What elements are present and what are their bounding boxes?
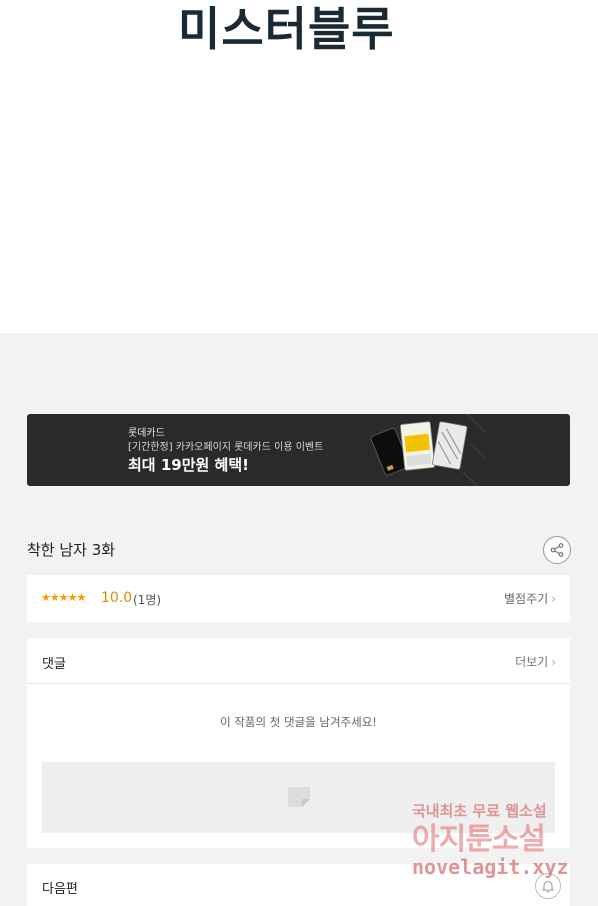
watermark-line2: 아지툰소설 (412, 822, 546, 857)
share-icon (550, 543, 564, 557)
ad-banner[interactable]: 롯데카드 [기간한정] 카카오페이지 롯데카드 이용 이벤트 최대 19만원 혜… (27, 414, 570, 486)
comments-more-button[interactable]: 더보기 › (515, 653, 556, 670)
next-episode-label: 다음편 (42, 882, 78, 897)
note-icon (288, 787, 310, 807)
rating-score: 10.0 (101, 590, 133, 606)
banner-headline: 최대 19만원 혜택! (128, 456, 249, 474)
share-button[interactable] (543, 536, 571, 564)
comments-more-label: 더보기 (515, 655, 549, 669)
cover-area: 미스터블루 (0, 0, 598, 333)
comment-header: 댓글 더보기 › (27, 638, 570, 684)
rate-button-label: 별점주기 (504, 592, 549, 606)
site-watermark: 국내최초 무료 웹소설 아지툰소설 novelagit.xyz (412, 800, 582, 885)
empty-comments-message: 이 작품의 첫 댓글을 남겨주세요! (220, 715, 377, 729)
banner-brand: 롯데카드 (128, 428, 165, 439)
watermark-url: novelagit.xyz (412, 855, 569, 879)
series-title: 미스터블루 (178, 2, 395, 56)
rating-card: ★★★★★ 10.0 (1명) 별점주기 › (27, 575, 570, 622)
chevron-right-icon: › (551, 655, 556, 669)
rating-stars: ★★★★★ (41, 591, 86, 604)
rate-button[interactable]: 별점주기 › (504, 590, 556, 607)
chevron-right-icon: › (551, 592, 556, 606)
episode-title: 착한 남자 3화 (27, 541, 116, 559)
banner-subtitle: [기간한정] 카카오페이지 롯데카드 이용 이벤트 (128, 442, 324, 453)
rating-count: (1명) (133, 593, 162, 607)
comment-label: 댓글 (42, 657, 66, 672)
banner-card-illustration (370, 414, 485, 486)
